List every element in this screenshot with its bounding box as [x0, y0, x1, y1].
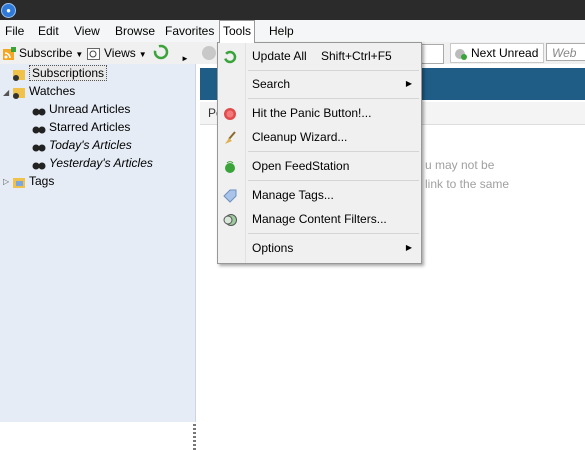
menu-tools[interactable]: Tools	[219, 20, 256, 43]
menu-item-label: Cleanup Wizard...	[252, 130, 348, 144]
tag-icon	[223, 188, 237, 203]
next-unread-icon	[454, 47, 468, 61]
tree-item-subscriptions[interactable]: Subscriptions	[12, 64, 108, 82]
menu-favorites[interactable]: Favorites	[162, 20, 217, 42]
menu-separator	[248, 233, 419, 234]
refresh-button[interactable]	[153, 44, 169, 62]
submenu-arrow-icon: ▶	[405, 79, 412, 88]
app-icon[interactable]: ●	[1, 3, 16, 18]
tree-item-starred[interactable]: Starred Articles	[32, 118, 130, 136]
views-button[interactable]: Views ▼	[87, 44, 147, 62]
menu-help[interactable]: Help	[266, 20, 297, 42]
next-unread-button[interactable]: Next Unread	[450, 43, 545, 63]
filter-icon	[223, 212, 237, 226]
binoculars-icon	[32, 139, 46, 153]
menu-edit[interactable]: Edit	[35, 20, 62, 42]
tree-item-label: Tags	[29, 174, 55, 188]
menu-item-cleanup[interactable]: Cleanup Wizard...	[218, 126, 421, 148]
menu-item-shortcut: Shift+Ctrl+F5	[321, 49, 392, 63]
feedstation-icon	[223, 159, 237, 173]
collapse-arrow-icon[interactable]: ◢	[3, 88, 9, 97]
chevron-down-icon: ▼	[138, 50, 147, 59]
menu-item-panic[interactable]: Hit the Panic Button!...	[218, 102, 421, 124]
subscribe-button[interactable]: Subscribe ▼	[2, 44, 83, 62]
folder-icon	[12, 67, 26, 81]
next-unread-label: Next Unread	[471, 46, 539, 60]
splitter-grip[interactable]	[193, 424, 196, 450]
rss-plus-icon	[2, 46, 16, 61]
subscription-tree: Subscriptions ◢ Watches Unread Articles …	[0, 64, 196, 450]
refresh-icon	[223, 49, 237, 64]
folder-icon	[12, 85, 26, 99]
folder-icon	[12, 175, 26, 189]
tree-item-label: Starred Articles	[49, 120, 131, 134]
views-label: Views	[104, 46, 136, 60]
tree-item-unread[interactable]: Unread Articles	[32, 100, 130, 118]
binoculars-icon	[32, 103, 46, 117]
tree-item-label: Today's Articles	[49, 138, 132, 152]
empty-message-line-1: u may not be	[425, 158, 495, 172]
menu-separator	[248, 70, 419, 71]
web-search-input[interactable]: Web A	[546, 43, 585, 78]
menu-item-label: Manage Content Filters...	[252, 212, 387, 226]
panic-red-icon	[223, 106, 237, 120]
menu-item-label: Update All	[252, 49, 307, 63]
menu-item-search[interactable]: Search ▶	[218, 73, 421, 95]
menu-file[interactable]: File	[2, 20, 27, 42]
menu-separator	[248, 151, 419, 152]
broom-icon	[223, 130, 237, 144]
menu-item-feedstation[interactable]: Open FeedStation	[218, 155, 421, 177]
menu-bar: File Edit View Browse Favorites Tools He…	[0, 20, 585, 43]
title-bar: ●	[0, 0, 585, 20]
menu-item-label: Hit the Panic Button!...	[252, 106, 372, 120]
menu-item-label: Manage Tags...	[252, 188, 334, 202]
binoculars-icon	[32, 157, 46, 171]
tools-menu: Update All Shift+Ctrl+F5 Search ▶ Hit th…	[217, 42, 422, 264]
tree-item-label: Subscriptions	[29, 65, 108, 81]
menu-item-label: Open FeedStation	[252, 159, 350, 173]
subscribe-label: Subscribe	[19, 46, 73, 60]
menu-item-manage-tags[interactable]: Manage Tags...	[218, 184, 421, 206]
tree-item-today[interactable]: Today's Articles	[32, 136, 132, 154]
menu-browse[interactable]: Browse	[112, 20, 158, 42]
tree-item-watches[interactable]: Watches	[12, 82, 75, 100]
chevron-down-icon: ▼	[75, 50, 84, 59]
menu-item-content-filters[interactable]: Manage Content Filters...	[218, 208, 421, 230]
menu-item-options[interactable]: Options ▶	[218, 237, 421, 259]
tree-item-yesterday[interactable]: Yesterday's Articles	[32, 154, 153, 172]
binoculars-icon	[32, 121, 46, 135]
magnifier-icon	[87, 47, 101, 61]
menu-item-label: Search	[252, 77, 291, 91]
tree-item-tags[interactable]: Tags	[12, 172, 54, 190]
back-icon[interactable]	[201, 45, 217, 63]
menu-item-label: Options	[252, 241, 294, 255]
expand-arrow-icon[interactable]: ▷	[3, 177, 9, 186]
menu-separator	[248, 180, 419, 181]
refresh-icon	[153, 44, 169, 60]
empty-message-line-2: link to the same	[425, 177, 510, 191]
tree-item-label: Watches	[29, 84, 76, 98]
tree-item-label: Unread Articles	[49, 102, 131, 116]
submenu-arrow-icon: ▶	[405, 243, 412, 252]
menu-item-update-all[interactable]: Update All Shift+Ctrl+F5	[218, 45, 421, 67]
tree-item-label: Yesterday's Articles	[49, 156, 153, 170]
menu-view[interactable]: View	[71, 20, 103, 42]
menu-separator	[248, 98, 419, 99]
